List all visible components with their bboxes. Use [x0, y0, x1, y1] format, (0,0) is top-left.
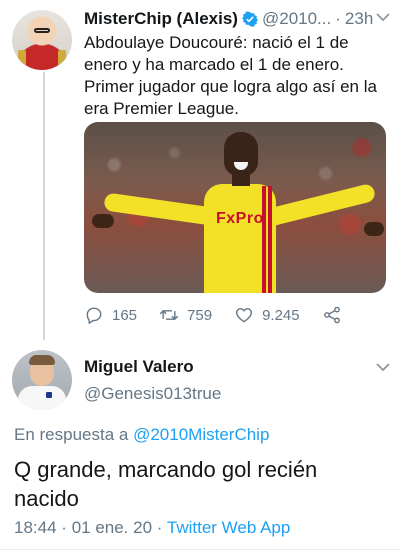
- share-button[interactable]: [322, 305, 342, 325]
- header-separator: ·: [335, 9, 341, 28]
- chevron-down-icon[interactable]: [376, 12, 390, 22]
- tweet-meta: 18:44 · 01 ene. 20 · Twitter Web App: [14, 518, 290, 538]
- retweet-button[interactable]: 759: [159, 305, 212, 325]
- reply-button[interactable]: 165: [84, 305, 137, 325]
- reply-author-handle[interactable]: @Genesis013true: [84, 384, 221, 404]
- tweet-header: MisterChip (Alexis) @2010... · 23h: [84, 8, 390, 30]
- tweet-source-link[interactable]: Twitter Web App: [167, 518, 290, 537]
- player-hand-left: [92, 214, 114, 228]
- player-hand-right: [364, 222, 384, 236]
- jersey-sponsor: FxPro: [216, 210, 264, 227]
- thread-line: [43, 72, 45, 340]
- replying-to-label: En respuesta a: [14, 425, 129, 444]
- jersey-stripe: [262, 186, 266, 293]
- tweet-text: Abdoulaye Doucouré: nació el 1 de enero …: [84, 33, 377, 118]
- reply-icon: [86, 307, 102, 324]
- like-button[interactable]: 9.245: [234, 305, 300, 325]
- replying-to-handle-link[interactable]: @2010MisterChip: [133, 425, 269, 444]
- avatar-trophy-left: [18, 50, 26, 66]
- retweet-count: 759: [187, 306, 213, 324]
- meta-separator: ·: [156, 518, 163, 537]
- author-name[interactable]: MisterChip (Alexis): [84, 9, 238, 29]
- share-icon: [323, 306, 340, 324]
- like-icon: [236, 308, 253, 323]
- retweet-icon: [159, 310, 179, 320]
- author-avatar[interactable]: [12, 10, 72, 70]
- tweet-photo[interactable]: FxPro: [84, 122, 386, 293]
- avatar-crest: [46, 392, 52, 398]
- reply-tweet-text: Q grande, marcando gol recién nacido: [14, 457, 318, 511]
- chevron-down-icon[interactable]: [376, 362, 390, 372]
- reply-author-avatar[interactable]: [12, 350, 72, 410]
- divider: [0, 549, 400, 550]
- tweet-timestamp[interactable]: 18:44: [14, 518, 57, 537]
- avatar-glasses: [34, 28, 50, 33]
- replying-to-line: En respuesta a @2010MisterChip: [14, 425, 269, 445]
- avatar-trophy-right: [58, 50, 66, 66]
- parent-tweet[interactable]: MisterChip (Alexis) @2010... · 23h Abdou…: [0, 0, 400, 340]
- verified-badge-icon: [242, 11, 258, 27]
- tweet-date[interactable]: 01 ene. 20: [72, 518, 152, 537]
- avatar-shirt: [18, 386, 66, 410]
- jersey-stripe: [268, 186, 272, 293]
- tweet-actions: 165 759 9.245: [84, 302, 384, 328]
- avatar-hair: [29, 355, 55, 365]
- tweet-time[interactable]: 23h: [345, 9, 373, 29]
- reply-author-name[interactable]: Miguel Valero: [84, 357, 194, 377]
- author-handle[interactable]: @2010...: [262, 9, 331, 29]
- reply-count: 165: [112, 306, 138, 324]
- meta-separator: ·: [61, 518, 67, 537]
- like-count: 9.245: [262, 306, 300, 324]
